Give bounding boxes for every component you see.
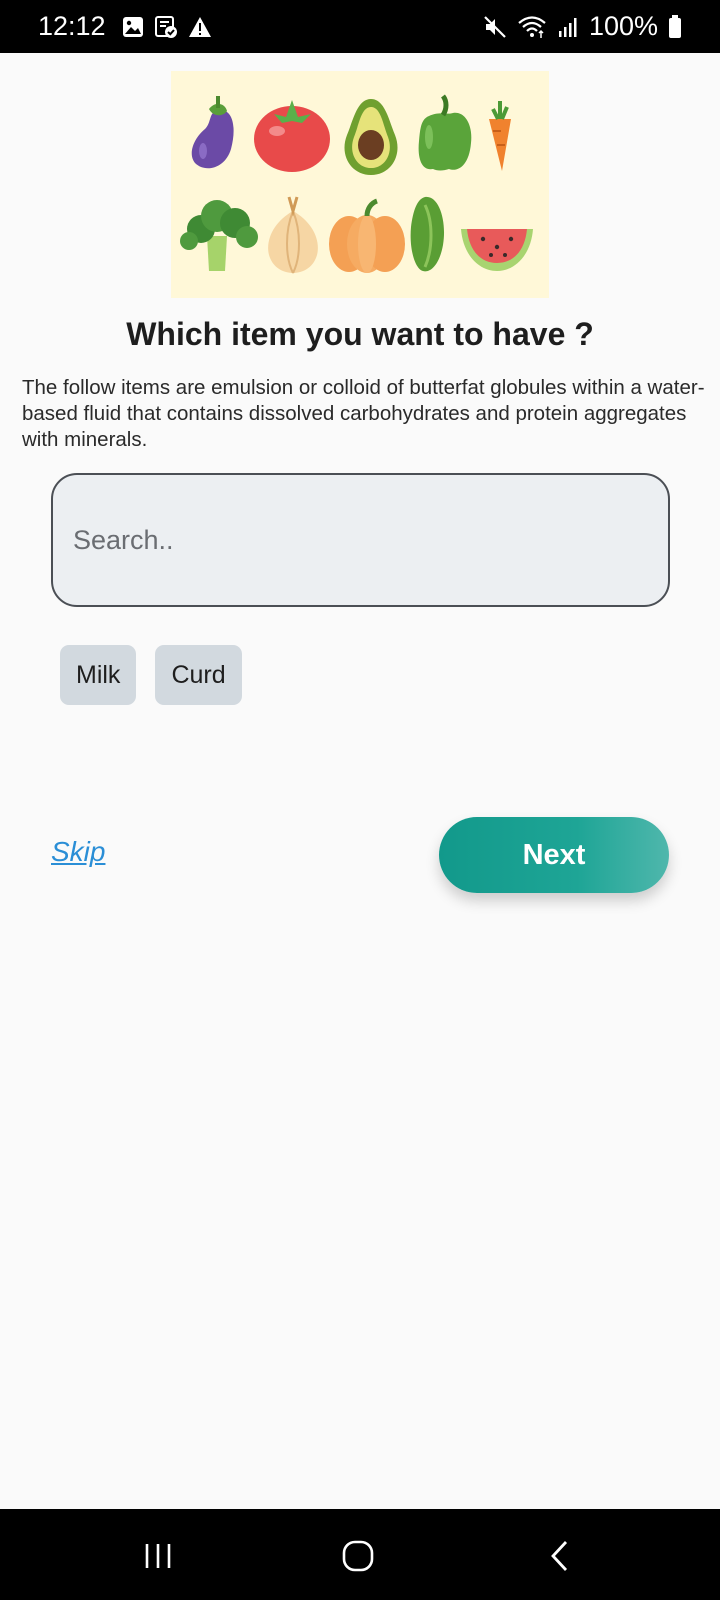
tomato-icon: [254, 100, 330, 172]
mute-icon: [483, 15, 507, 39]
recents-icon[interactable]: [128, 1531, 188, 1581]
pumpkin-icon: [329, 198, 405, 273]
avocado-icon: [344, 99, 398, 175]
watermelon-icon: [461, 229, 533, 271]
cucumber-icon: [410, 196, 445, 272]
image-icon: [122, 16, 144, 38]
search-input[interactable]: [51, 473, 670, 607]
vegetables-banner: [171, 71, 549, 298]
clipboard-check-icon: [154, 15, 178, 39]
chip-list: Milk Curd: [60, 645, 242, 705]
warning-icon: [188, 16, 212, 38]
skip-link[interactable]: Skip: [51, 836, 105, 868]
eggplant-icon: [191, 96, 234, 169]
back-icon[interactable]: [530, 1531, 590, 1581]
carrot-icon: [489, 101, 511, 171]
status-left: 12:12: [38, 11, 212, 42]
chip-curd[interactable]: Curd: [155, 645, 242, 705]
signal-icon: [557, 16, 579, 38]
battery-percent: 100%: [588, 11, 658, 41]
question-description: The follow items are emulsion or colloid…: [22, 376, 705, 451]
broccoli-icon: [180, 200, 258, 271]
page-title: Which item you want to have ?: [126, 316, 594, 352]
battery-icon: [668, 14, 682, 39]
home-icon[interactable]: [328, 1531, 388, 1581]
navigation-bar: [0, 1509, 720, 1600]
status-bar: 12:12 100%: [0, 0, 720, 53]
wifi-icon: [517, 15, 547, 39]
bell-pepper-icon: [418, 94, 472, 171]
status-time: 12:12: [38, 11, 106, 41]
chip-milk[interactable]: Milk: [60, 645, 137, 705]
vegetables-illustration: [180, 94, 533, 274]
next-button[interactable]: Next: [439, 817, 669, 893]
onion-icon: [268, 196, 318, 274]
status-right: 100%: [483, 11, 682, 42]
